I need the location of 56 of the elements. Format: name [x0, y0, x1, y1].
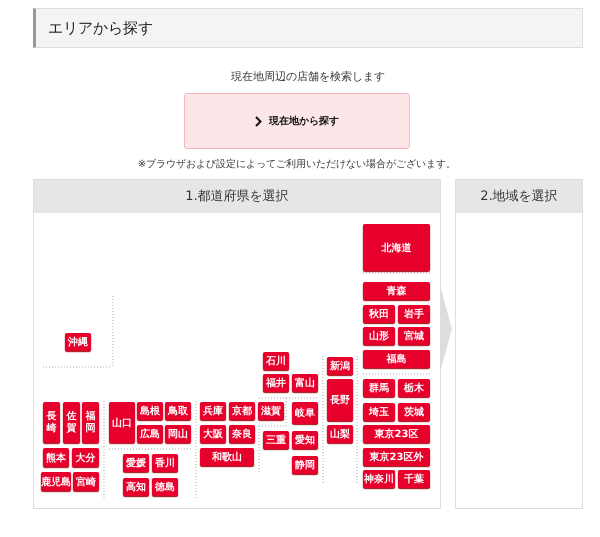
prefecture-button[interactable]: 山口 — [109, 402, 135, 443]
prefecture-button[interactable]: 青森 — [363, 282, 430, 300]
note-text: ※ブラウザおよび設定によってご利用いただけない場合がございます。 — [136, 158, 458, 171]
prefecture-button[interactable]: 静岡 — [292, 456, 318, 474]
prefecture-button[interactable]: 徳島 — [152, 478, 178, 496]
prefecture-button[interactable]: 東京23区外 — [363, 448, 430, 466]
prefecture-button[interactable]: 滋賀 — [258, 402, 284, 420]
prefecture-button[interactable]: 福島 — [363, 350, 430, 368]
prefecture-button[interactable]: 山梨 — [327, 425, 353, 443]
prefecture-button[interactable]: 北海道 — [363, 224, 430, 271]
prefecture-button[interactable]: 広島 — [137, 425, 163, 443]
prefecture-button[interactable]: 和歌山 — [200, 448, 254, 466]
prefecture-button[interactable]: 京都 — [229, 402, 255, 420]
prefecture-button[interactable]: 三重 — [263, 431, 289, 449]
prefecture-button[interactable]: 宮崎 — [73, 472, 99, 491]
prefecture-button[interactable]: 宮城 — [398, 327, 430, 345]
dotted-divider — [362, 272, 430, 274]
prefecture-button[interactable]: 大阪 — [200, 425, 226, 443]
prefecture-button[interactable]: 福井 — [263, 374, 289, 392]
prefecture-button[interactable]: 岩手 — [398, 305, 430, 323]
prefecture-button[interactable]: 栃木 — [398, 379, 430, 397]
prefecture-button[interactable]: 富山 — [292, 374, 318, 392]
prefecture-button[interactable]: 熊本 — [43, 448, 69, 467]
prefecture-button[interactable]: 神奈川 — [363, 470, 395, 488]
panel-header: 1.都道府県を選択 — [34, 180, 440, 213]
prefecture-button[interactable]: 千葉 — [398, 470, 430, 488]
prefecture-button[interactable]: 秋田 — [363, 305, 395, 323]
prefecture-button[interactable]: 兵庫 — [200, 402, 226, 420]
prefecture-button[interactable]: 長野 — [327, 379, 353, 421]
prefecture-button[interactable]: 岐阜 — [292, 402, 318, 424]
prefecture-button[interactable]: 佐賀 — [63, 402, 80, 443]
section-title: エリアから探す — [33, 8, 583, 48]
locate-button[interactable]: 現在地から探す — [184, 93, 410, 149]
prefecture-button[interactable]: 島根 — [137, 402, 163, 420]
prefecture-button[interactable]: 奈良 — [229, 425, 255, 443]
panel-header: 2.地域を選択 — [456, 180, 582, 213]
prefecture-button[interactable]: 東京23区 — [363, 425, 430, 443]
prefecture-button[interactable]: 石川 — [263, 352, 289, 370]
prefecture-button[interactable]: 沖縄 — [65, 333, 91, 351]
prefecture-button[interactable]: 新潟 — [327, 357, 353, 375]
prefecture-button[interactable]: 鳥取 — [165, 402, 191, 420]
prefecture-button[interactable]: 愛知 — [292, 431, 318, 449]
prefecture-button[interactable]: 愛媛 — [123, 454, 149, 472]
prefecture-button[interactable]: 香川 — [152, 454, 178, 472]
prefecture-button[interactable]: 山形 — [363, 327, 395, 345]
prefecture-button[interactable]: 埼玉 — [363, 403, 395, 421]
prefecture-button[interactable]: 茨城 — [398, 403, 430, 421]
prefecture-button[interactable]: 大分 — [72, 448, 99, 467]
prefecture-button[interactable]: 群馬 — [363, 379, 395, 397]
prefecture-button[interactable]: 岡山 — [165, 425, 191, 443]
chevron-icon — [255, 116, 262, 126]
lead-text: 現在地周辺の店舗を検索します — [230, 70, 386, 84]
prefecture-button[interactable]: 長崎 — [43, 402, 60, 443]
prefecture-button[interactable]: 高知 — [123, 478, 149, 496]
prefecture-button[interactable]: 福岡 — [82, 402, 99, 443]
prefecture-button[interactable]: 鹿児島 — [41, 472, 71, 491]
